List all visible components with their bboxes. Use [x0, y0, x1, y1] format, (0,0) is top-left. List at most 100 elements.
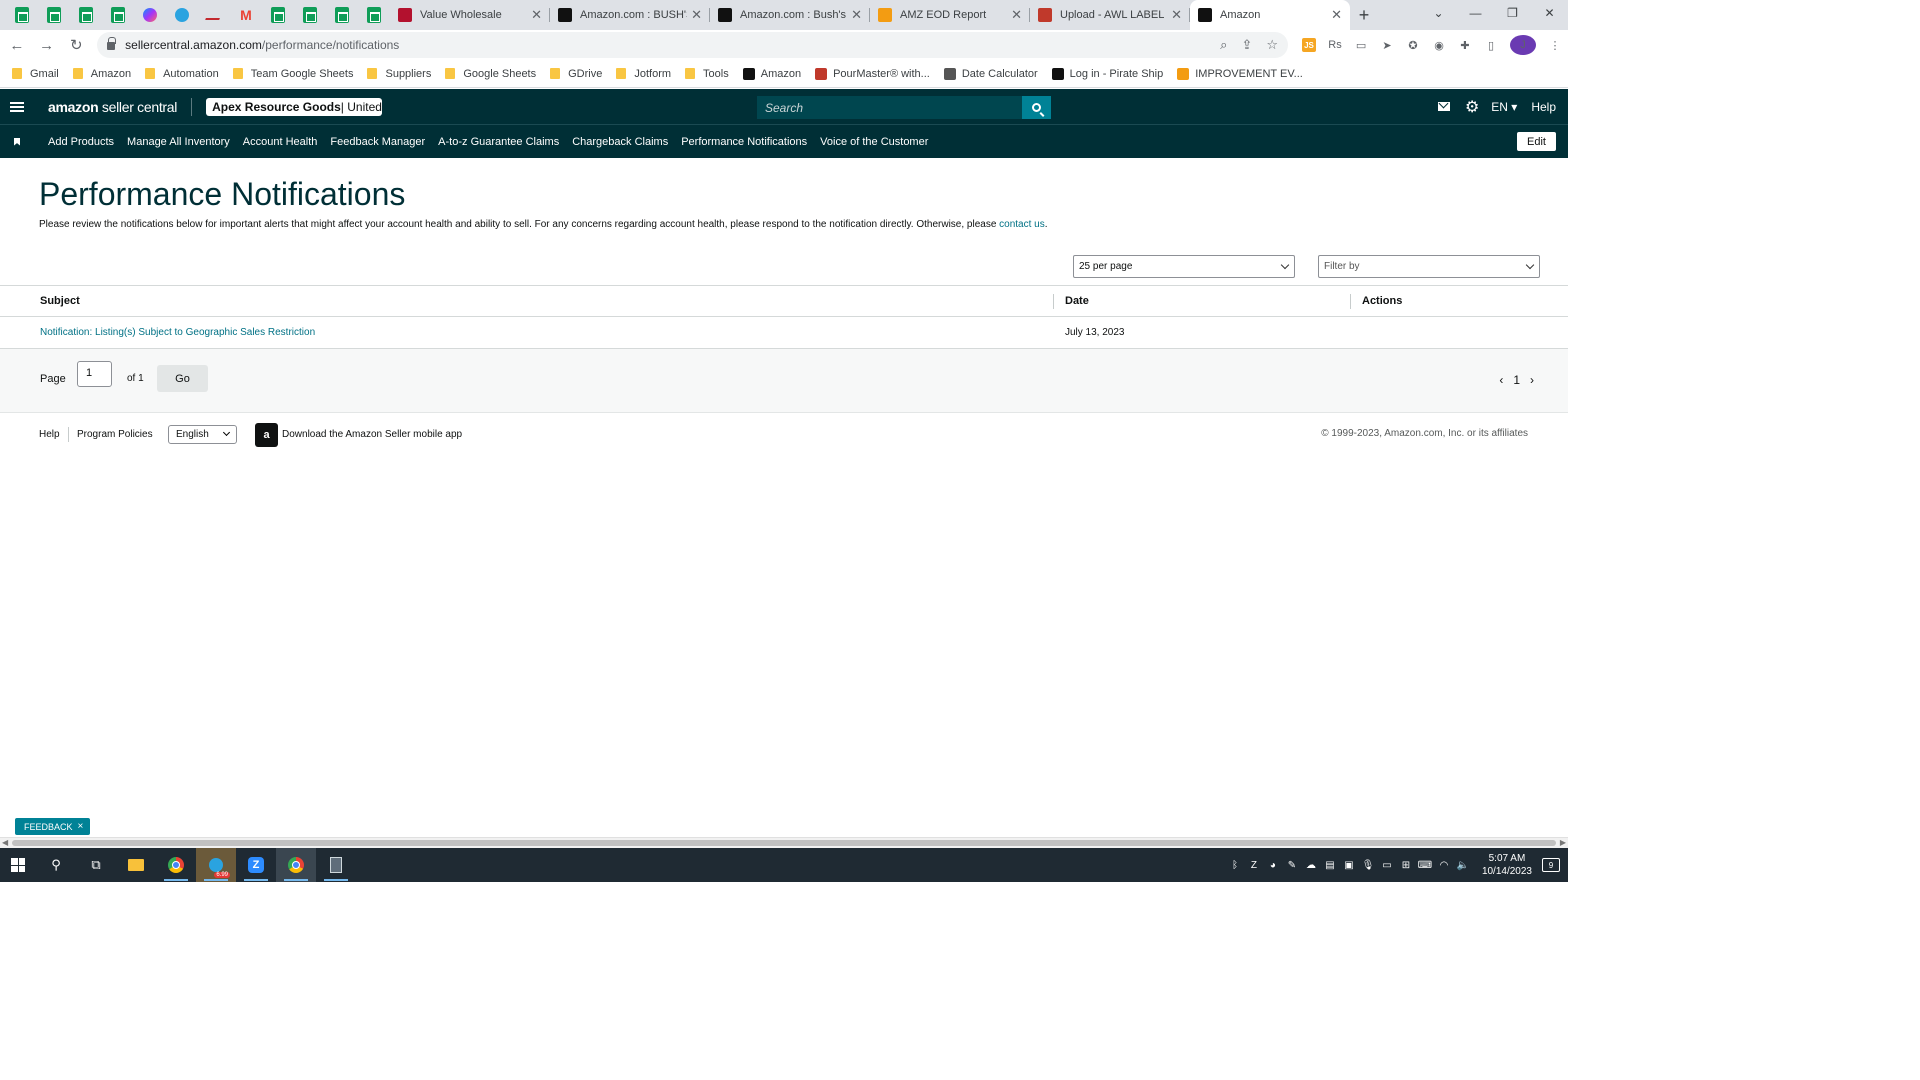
close-tab-icon[interactable]: ✕: [691, 7, 702, 23]
pinned-tab-messenger[interactable]: [134, 0, 166, 30]
help-link[interactable]: Help: [1531, 100, 1556, 114]
zoom-taskbar-button[interactable]: Z: [236, 848, 276, 882]
pinned-tab-sheets-7[interactable]: [326, 0, 358, 30]
start-button[interactable]: [0, 858, 36, 872]
chrome-taskbar-button[interactable]: [156, 848, 196, 882]
go-button[interactable]: Go: [157, 365, 208, 392]
filter-select[interactable]: Filter by: [1318, 255, 1540, 278]
bookmark-item[interactable]: Gmail: [12, 68, 59, 80]
horizontal-scrollbar[interactable]: ◀ ▶: [0, 837, 1568, 848]
contact-us-link[interactable]: contact us: [999, 219, 1045, 230]
url-text[interactable]: sellercentral.amazon.com/performance/not…: [125, 38, 1206, 52]
seller-app-icon[interactable]: a: [255, 423, 278, 447]
off-extension-icon[interactable]: ▭: [1348, 35, 1374, 55]
browser-tab[interactable]: Value Wholesale ✕: [390, 0, 550, 30]
download-app-link[interactable]: Download the Amazon Seller mobile app: [282, 429, 462, 440]
bookmark-item[interactable]: Jotform: [616, 68, 671, 80]
mail-icon[interactable]: [1437, 102, 1450, 111]
network-adapter-icon[interactable]: ⊞: [1398, 860, 1414, 871]
scrollbar-thumb[interactable]: [12, 840, 1556, 846]
bookmark-item[interactable]: Automation: [145, 68, 219, 80]
close-tab-icon[interactable]: ✕: [851, 7, 862, 23]
bookmark-item[interactable]: Amazon: [72, 68, 131, 80]
footer-language-select[interactable]: English: [168, 425, 237, 444]
search-button[interactable]: [1022, 96, 1051, 119]
header-date[interactable]: Date: [1065, 295, 1089, 307]
bluetooth-icon[interactable]: ᛒ: [1227, 860, 1243, 871]
current-page[interactable]: 1: [1513, 373, 1520, 387]
close-tab-icon[interactable]: ✕: [1011, 7, 1022, 23]
pinned-tab-sheets-6[interactable]: [294, 0, 326, 30]
bookmark-item[interactable]: IMPROVEMENT EV...: [1177, 67, 1303, 80]
header-subject[interactable]: Subject: [40, 295, 80, 307]
restore-icon[interactable]: ❐: [1494, 0, 1531, 26]
chrome-profile-taskbar-button[interactable]: [276, 848, 316, 882]
account-switcher[interactable]: Apex Resource Goods | United ...: [206, 97, 383, 116]
bookmark-item[interactable]: Amazon: [742, 67, 801, 80]
close-icon[interactable]: ×: [78, 821, 84, 832]
tab-search-icon[interactable]: ⌄: [1420, 0, 1457, 26]
browser-tab[interactable]: Upload - AWL LABEL ✕: [1030, 0, 1190, 30]
orange-extension-icon[interactable]: ◉: [1426, 35, 1452, 55]
close-tab-icon[interactable]: ✕: [531, 7, 542, 23]
next-page-icon[interactable]: ›: [1530, 373, 1534, 387]
close-tab-icon[interactable]: ✕: [1331, 7, 1342, 23]
cloud-icon[interactable]: ☁: [1303, 860, 1319, 871]
scroll-left-icon[interactable]: ◀: [2, 838, 8, 847]
bookmark-icon[interactable]: [14, 137, 20, 146]
nav-item[interactable]: Performance Notifications: [681, 136, 807, 148]
bookmark-item[interactable]: Google Sheets: [445, 68, 536, 80]
pinned-tab-telegram[interactable]: [166, 0, 198, 30]
forward-icon[interactable]: →: [34, 37, 60, 54]
browser-tab[interactable]: Amazon ✕: [1190, 0, 1350, 30]
js-extension-icon[interactable]: JS: [1302, 38, 1317, 52]
nav-item[interactable]: Feedback Manager: [330, 136, 425, 148]
feedback-button[interactable]: FEEDBACK ×: [15, 818, 91, 835]
nav-item[interactable]: A-to-z Guarantee Claims: [438, 136, 559, 148]
pinned-tab-sheets-3[interactable]: [70, 0, 102, 30]
bookmark-item[interactable]: Log in - Pirate Ship: [1051, 67, 1163, 80]
zoom-tray-icon[interactable]: Z: [1246, 860, 1262, 871]
clock[interactable]: 5:07 AM 10/14/2023: [1482, 852, 1532, 878]
pinned-tab-sheets-4[interactable]: [102, 0, 134, 30]
pinned-tab-gmail[interactable]: M: [230, 0, 262, 30]
search-input[interactable]: Search: [757, 96, 1022, 119]
per-page-select[interactable]: 25 per page: [1073, 255, 1295, 278]
bookmark-item[interactable]: Date Calculator: [943, 67, 1038, 80]
bookmark-item[interactable]: Tools: [685, 68, 729, 80]
sidepanel-icon[interactable]: ▯: [1478, 35, 1504, 55]
nav-item[interactable]: Chargeback Claims: [572, 136, 668, 148]
bookmark-item[interactable]: Team Google Sheets: [232, 68, 353, 80]
close-tab-icon[interactable]: ✕: [1171, 7, 1182, 23]
browser-tab[interactable]: AMZ EOD Report ✕: [870, 0, 1030, 30]
profile-avatar[interactable]: J: [1510, 35, 1537, 55]
telegram-taskbar-button[interactable]: 6.99: [196, 848, 236, 882]
wifi-icon[interactable]: ◠: [1436, 860, 1452, 871]
task-view-button[interactable]: ⧉: [76, 848, 116, 882]
reload-icon[interactable]: ↻: [63, 36, 89, 54]
gear-icon[interactable]: ⚙: [1465, 97, 1479, 117]
close-window-icon[interactable]: ✕: [1531, 0, 1568, 26]
address-bar[interactable]: sellercentral.amazon.com/performance/not…: [97, 32, 1289, 58]
prev-page-icon[interactable]: ‹: [1499, 373, 1503, 387]
display-icon[interactable]: ▭: [1379, 860, 1395, 871]
pinned-tab-sheets-2[interactable]: [38, 0, 70, 30]
page-number-input[interactable]: 1: [77, 361, 112, 387]
back-icon[interactable]: ←: [4, 37, 30, 54]
microphone-icon[interactable]: 🎙: [1360, 860, 1376, 871]
bookmark-item[interactable]: GDrive: [550, 68, 602, 80]
bookmark-item[interactable]: Suppliers: [367, 68, 431, 80]
language-selector[interactable]: EN ▾: [1491, 100, 1517, 114]
seller-central-logo[interactable]: amazon seller central: [48, 99, 177, 115]
program-policies-link[interactable]: Program Policies: [77, 429, 153, 440]
browser-tab[interactable]: Amazon.com : BUSH'S B ✕: [550, 0, 710, 30]
nav-item[interactable]: Manage All Inventory: [127, 136, 230, 148]
nav-item[interactable]: Account Health: [243, 136, 318, 148]
pinned-tab-sheets-8[interactable]: [358, 0, 390, 30]
pinned-tab-sheets-1[interactable]: [6, 0, 38, 30]
pinned-tab-sheets-5[interactable]: [262, 0, 294, 30]
bookmark-item[interactable]: PourMaster® with...: [815, 67, 930, 80]
minimize-icon[interactable]: —: [1457, 0, 1494, 26]
puzzle-icon[interactable]: ✚: [1452, 35, 1478, 55]
globe-extension-icon[interactable]: ✪: [1400, 35, 1426, 55]
